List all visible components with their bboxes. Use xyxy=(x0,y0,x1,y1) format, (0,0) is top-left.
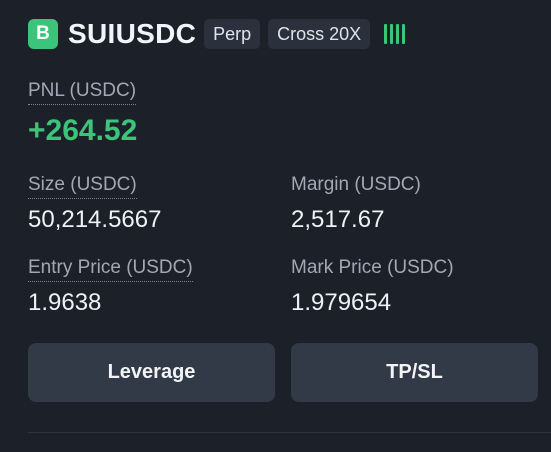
margin-label: Margin (USDC) xyxy=(291,174,421,195)
mark-price-value: 1.979654 xyxy=(291,289,392,316)
leverage-button[interactable]: Leverage xyxy=(28,343,275,402)
pnl-value: +264.52 xyxy=(28,114,138,147)
market-type-tag: Perp xyxy=(204,19,261,49)
position-symbol: SUIUSDC xyxy=(68,18,197,49)
position-header: B SUIUSDC Perp Cross 20X xyxy=(28,16,406,52)
margin-mode-tag[interactable]: Cross 20X xyxy=(268,19,371,49)
section-divider xyxy=(28,432,551,433)
entry-price-label: Entry Price (USDC) xyxy=(28,257,193,282)
margin-value: 2,517.67 xyxy=(291,206,385,233)
mark-price-label: Mark Price (USDC) xyxy=(291,257,454,278)
buy-side-badge: B xyxy=(28,19,58,49)
entry-price-value: 1.9638 xyxy=(28,289,102,316)
size-label: Size (USDC) xyxy=(28,174,137,199)
pnl-label: PNL (USDC) xyxy=(28,80,137,105)
signal-bars-icon xyxy=(384,23,406,45)
tpsl-button[interactable]: TP/SL xyxy=(291,343,538,402)
size-value: 50,214.5667 xyxy=(28,206,162,233)
